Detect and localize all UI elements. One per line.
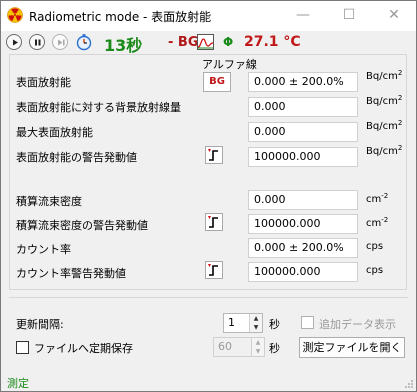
integrated-flux-alarm-label: 積算流束密度の警告発動値: [16, 219, 148, 232]
separator: [9, 297, 408, 298]
periodic-save-checkbox[interactable]: [16, 341, 29, 354]
background-level-unit: Bq/cm2: [366, 94, 403, 107]
spinner-arrows[interactable]: ▲ ▼: [249, 314, 262, 332]
surface-activity-unit: Bq/cm2: [366, 69, 403, 82]
bg-indicator: - BG: [168, 35, 199, 50]
seconds-unit: 秒: [269, 342, 280, 355]
max-surface-activity-value: 0.000: [248, 122, 358, 142]
temperature-readout: 27.1 °C: [244, 34, 301, 50]
count-rate-unit: cps: [366, 241, 384, 252]
phi-symbol: Φ: [223, 35, 234, 49]
play-icon[interactable]: [6, 34, 22, 50]
alarm-threshold-icon[interactable]: [205, 213, 223, 231]
count-rate-value: 0.000 ± 200.0%: [248, 238, 358, 258]
close-button[interactable]: ✕: [371, 1, 417, 31]
periodic-save-label: ファイルへ定期保存: [34, 342, 133, 355]
step-icon[interactable]: [52, 34, 68, 50]
spinner-arrows[interactable]: ▲ ▼: [251, 338, 264, 356]
surface-activity-value: 0.000 ± 200.0%: [248, 72, 358, 92]
status-bar: 測定: [1, 369, 416, 391]
surface-activity-alarm-label: 表面放射能の警告発動値: [16, 151, 137, 164]
integrated-flux-alarm-unit: cm-2: [366, 216, 389, 229]
count-rate-alarm-label: カウント率警告発動値: [16, 267, 126, 280]
integrated-flux-unit: cm-2: [366, 192, 389, 205]
count-rate-alarm-unit: cps: [366, 265, 384, 276]
seconds-unit: 秒: [269, 318, 280, 331]
window-title: Radiometric mode - 表面放射能: [29, 10, 212, 24]
radiation-icon: [7, 7, 23, 23]
elapsed-time: 13秒: [104, 36, 143, 55]
alarm-threshold-icon[interactable]: [205, 261, 223, 279]
count-rate-label: カウント率: [16, 243, 71, 256]
integrated-flux-label: 積算流束密度: [16, 195, 82, 208]
background-level-label: 表面放射能に対する背景放射線量: [16, 101, 181, 114]
minimize-button[interactable]: —: [280, 1, 326, 31]
resize-grip-icon[interactable]: [404, 379, 414, 389]
alpha-column-header: アルファ線: [202, 58, 257, 71]
bg-button[interactable]: BG: [203, 72, 231, 92]
update-interval-value[interactable]: 1: [228, 316, 235, 329]
count-rate-alarm-value[interactable]: 100000.000: [248, 262, 358, 282]
timer-icon[interactable]: [75, 33, 93, 51]
background-level-value: 0.000: [248, 97, 358, 117]
toolbar: 13秒 - BG Φ 27.1 °C: [1, 31, 416, 55]
status-text: 測定: [7, 377, 29, 390]
update-interval-label: 更新間隔:: [16, 318, 64, 331]
max-surface-activity-unit: Bq/cm2: [366, 119, 403, 132]
title-bar: Radiometric mode - 表面放射能 — ☐ ✕: [1, 1, 416, 31]
append-data-checkbox[interactable]: [301, 316, 314, 329]
spectrum-graph-icon[interactable]: [197, 34, 214, 50]
update-interval-spinner[interactable]: 1 ▲ ▼: [223, 313, 263, 333]
surface-activity-label: 表面放射能: [16, 76, 71, 89]
surface-activity-alarm-unit: Bq/cm2: [366, 144, 403, 157]
maximize-button[interactable]: ☐: [326, 1, 372, 31]
open-measurement-file-button[interactable]: 測定ファイルを開く: [299, 337, 405, 358]
integrated-flux-value: 0.000: [248, 190, 358, 210]
save-interval-value[interactable]: 60: [218, 340, 232, 353]
append-data-label: 追加データ表示: [319, 318, 396, 331]
app-window: Radiometric mode - 表面放射能 — ☐ ✕ 13秒 - BG …: [0, 0, 417, 392]
surface-activity-alarm-value[interactable]: 100000.000: [248, 147, 358, 167]
max-surface-activity-label: 最大表面放射能: [16, 126, 93, 139]
alarm-threshold-icon[interactable]: [205, 146, 223, 164]
pause-icon[interactable]: [29, 34, 45, 50]
integrated-flux-alarm-value[interactable]: 100000.000: [248, 214, 358, 234]
save-interval-spinner[interactable]: 60 ▲ ▼: [213, 337, 265, 357]
